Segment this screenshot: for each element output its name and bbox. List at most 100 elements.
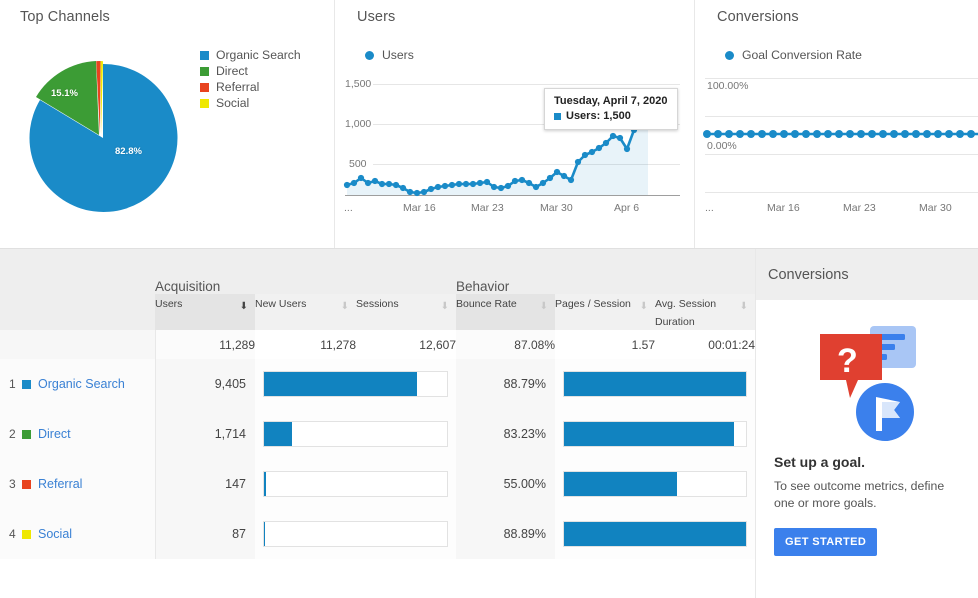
legend-label: Social (216, 96, 250, 110)
bounce-rate-bar (563, 371, 747, 397)
sort-descending-icon[interactable]: ⬇ (441, 302, 449, 312)
channel-link[interactable]: Direct (38, 427, 71, 441)
new-users-bar-cell (255, 359, 456, 409)
bounce-rate-cell: 55.00% (456, 459, 555, 509)
legend-swatch-icon (200, 82, 209, 92)
bounce-rate-bar-cell (555, 509, 755, 559)
x-tick-label: ... (705, 202, 714, 214)
sort-descending-icon[interactable]: ⬇ (540, 302, 548, 312)
new-users-bar (263, 521, 448, 547)
table-row[interactable]: 2 Direct 1,714 83.23% (0, 409, 755, 459)
bounce-rate-bar-cell (555, 359, 755, 409)
legend-item-goal-conversion-rate[interactable]: Goal Conversion Rate (725, 48, 862, 62)
column-header-pages-session[interactable]: Pages / Session ⬇ (555, 294, 655, 330)
users-cell: 9,405 (155, 359, 255, 409)
row-index: 4 (9, 527, 16, 541)
channel-color-swatch-icon (22, 529, 31, 539)
table-row[interactable]: 3 Referral 147 55.00% (0, 459, 755, 509)
row-index: 2 (9, 427, 16, 441)
new-users-bar-cell (255, 509, 456, 559)
side-panel-heading: Set up a goal. (774, 454, 866, 470)
pie-label-direct: 15.1% (51, 88, 78, 99)
x-tick-label: Mar 30 (540, 202, 573, 214)
channel-link[interactable]: Social (38, 527, 72, 541)
widget-conversions: Conversions Goal Conversion Rate 100.00%… (695, 0, 978, 248)
bounce-rate-cell: 88.79% (456, 359, 555, 409)
legend-swatch-icon (200, 98, 209, 108)
column-header-users[interactable]: Users ⬇ (155, 294, 255, 330)
table-row[interactable]: 4 Social 87 88.89% (0, 509, 755, 559)
conversions-side-panel: Conversions ? Set up a goal. To see outc… (755, 249, 978, 598)
legend-item-users[interactable]: Users (365, 48, 414, 62)
legend-item-social[interactable]: Social (200, 96, 301, 110)
legend-dot-icon (725, 50, 734, 60)
sort-descending-icon[interactable]: ⬇ (740, 302, 748, 312)
column-header-new-users[interactable]: New Users ⬇ (255, 294, 356, 330)
widget-users: Users Users 1,500 1,000 500 ... Mar 16 M… (335, 0, 695, 248)
column-header-bounce-rate[interactable]: Bounce Rate ⬇ (456, 294, 555, 330)
new-users-bar-cell (255, 409, 456, 459)
sort-descending-icon[interactable]: ⬇ (640, 302, 648, 312)
conversions-line-chart[interactable]: 100.00% 0.00% ... Mar 16 Mar 23 Mar 30 (695, 72, 978, 222)
svg-text:?: ? (837, 342, 858, 380)
bounce-rate-cell: 83.23% (456, 409, 555, 459)
channel-cell: 2 Direct (0, 409, 156, 459)
legend-item-organic-search[interactable]: Organic Search (200, 48, 301, 62)
bounce-rate-bar-cell (555, 459, 755, 509)
top-channels-legend: Organic Search Direct Referral Social (200, 48, 301, 112)
conversions-chart-svg (703, 130, 978, 138)
new-users-bar (263, 421, 448, 447)
side-panel-title: Conversions (756, 249, 978, 300)
users-cell: 1,714 (155, 409, 255, 459)
side-panel-body: ? Set up a goal. To see outcome metrics,… (756, 300, 978, 556)
side-panel-description: To see outcome metrics, define one or mo… (774, 479, 945, 510)
widget-top-channels: Top Channels 82.8% 15.1% Organic Search … (0, 0, 335, 248)
sort-descending-icon[interactable]: ⬇ (341, 302, 349, 312)
channel-link[interactable]: Referral (38, 477, 82, 491)
widget-title-top-channels: Top Channels (20, 9, 110, 25)
pie-svg (29, 60, 178, 212)
x-tick-label: ... (344, 202, 353, 214)
channel-color-swatch-icon (22, 479, 31, 489)
group-header-acquisition: Acquisition (155, 249, 456, 294)
tooltip-metric-text: Users: 1,500 (566, 110, 631, 122)
column-header-sessions[interactable]: Sessions ⬇ (356, 294, 456, 330)
summary-sessions: 12,607 (356, 330, 456, 359)
summary-avg-duration: 00:01:24 (655, 330, 755, 359)
goal-illustration-icon: ? (820, 326, 916, 441)
bounce-rate-bar (563, 471, 747, 497)
group-header-behavior: Behavior (456, 249, 755, 294)
sort-descending-icon[interactable]: ⬇ (240, 302, 248, 312)
column-header-label: Users (155, 298, 183, 310)
legend-item-referral[interactable]: Referral (200, 80, 301, 94)
x-tick-label: Mar 23 (843, 202, 876, 214)
top-channels-pie-chart[interactable]: 82.8% 15.1% (14, 55, 184, 215)
table-group-header-row: Acquisition Behavior (0, 249, 755, 294)
channel-link[interactable]: Organic Search (38, 377, 125, 391)
summary-label-cell (0, 330, 156, 359)
legend-label: Referral (216, 80, 260, 94)
legend-item-direct[interactable]: Direct (200, 64, 301, 78)
column-header-label: Sessions (356, 298, 399, 310)
column-header-label: Avg. Session Duration (655, 298, 717, 328)
table-body: 1 Organic Search 9,405 88.79% 2 Direct 1,714 83… (0, 359, 755, 559)
channel-color-swatch-icon (22, 379, 31, 389)
channel-cell: 4 Social (0, 509, 156, 559)
column-header-label: Bounce Rate (456, 298, 517, 310)
column-header-avg-session-duration[interactable]: Avg. Session Duration ⬇ (655, 294, 755, 330)
widget-title-conversions: Conversions (717, 9, 799, 25)
table-row[interactable]: 1 Organic Search 9,405 88.79% (0, 359, 755, 409)
legend-swatch-icon (200, 50, 209, 60)
users-chart-tooltip: Tuesday, April 7, 2020 Users: 1,500 (544, 88, 678, 130)
tooltip-metric-row: Users: 1,500 (554, 110, 668, 122)
legend-label: Organic Search (216, 48, 301, 62)
get-started-button[interactable]: GET STARTED (774, 528, 878, 556)
new-users-bar (263, 471, 448, 497)
conversions-legend: Goal Conversion Rate (725, 48, 862, 64)
tooltip-date: Tuesday, April 7, 2020 (554, 95, 668, 107)
table-column-header-row: Users ⬇ New Users ⬇ Sessions ⬇ Bounce Ra… (0, 294, 755, 330)
bounce-rate-bar (563, 421, 747, 447)
legend-label: Direct (216, 64, 248, 78)
row-index: 1 (9, 377, 16, 391)
channel-color-swatch-icon (22, 429, 31, 439)
